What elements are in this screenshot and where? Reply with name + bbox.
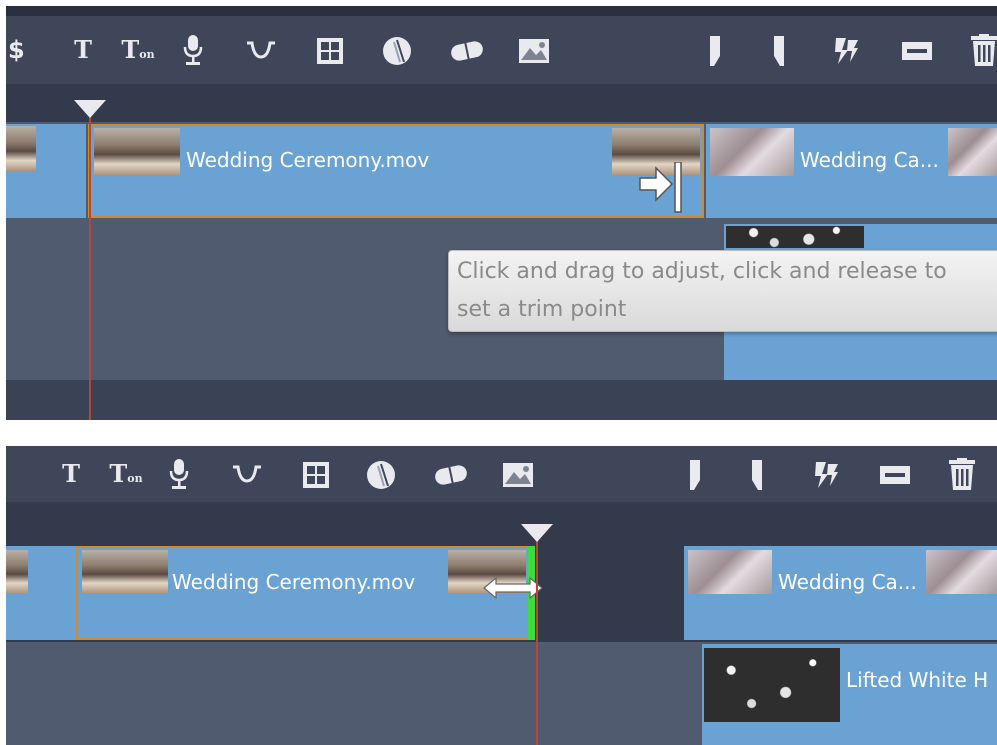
title-motion-sub: on bbox=[139, 48, 155, 61]
sparkle-clip-thumbnail bbox=[726, 226, 864, 248]
title-motion-glyph: T bbox=[109, 459, 128, 488]
playhead-handle-icon[interactable] bbox=[74, 100, 106, 118]
timeline-toolbar: T Ton bbox=[6, 446, 997, 502]
playhead-line[interactable] bbox=[89, 114, 91, 420]
lifted-white-clip[interactable]: Lifted White H bbox=[702, 644, 997, 745]
clip-label: Wedding Ceremony.mov bbox=[186, 148, 430, 172]
trash-icon[interactable] bbox=[970, 34, 997, 66]
playhead-line[interactable] bbox=[536, 534, 538, 745]
clip-label: Wedding Ca... bbox=[778, 570, 917, 594]
cake-clip-thumbnail bbox=[688, 550, 772, 594]
playhead-handle-icon[interactable] bbox=[521, 524, 553, 542]
timeline-ruler[interactable] bbox=[6, 84, 997, 122]
montage-grid-icon[interactable] bbox=[316, 37, 344, 65]
video-track-2: Lifted White H bbox=[6, 644, 997, 745]
previous-clip-thumbnail bbox=[6, 126, 36, 172]
mark-in-icon[interactable] bbox=[708, 36, 722, 66]
previous-clip[interactable] bbox=[6, 124, 86, 218]
previous-clip[interactable] bbox=[6, 546, 76, 640]
title-motion-glyph: T bbox=[121, 35, 140, 64]
wedding-cake-clip[interactable]: Wedding Ca... bbox=[684, 546, 997, 640]
clip-start-thumbnail bbox=[82, 550, 168, 594]
empty-track bbox=[6, 380, 997, 420]
sparkle-clip-thumbnail bbox=[704, 648, 840, 722]
title-icon[interactable]: T bbox=[58, 460, 84, 488]
clip-start-thumbnail bbox=[94, 128, 180, 176]
voiceover-microphone-icon[interactable] bbox=[168, 458, 192, 490]
trim-cursor-icon bbox=[482, 574, 544, 606]
trim-tooltip: Click and drag to adjust, click and rele… bbox=[448, 250, 997, 332]
wedding-ceremony-clip[interactable]: Wedding Ceremony.mov bbox=[88, 124, 704, 218]
wedding-ceremony-clip[interactable]: Wedding Ceremony.mov bbox=[76, 546, 530, 640]
magic-icon[interactable]: $ bbox=[8, 36, 25, 64]
transition-icon[interactable] bbox=[232, 464, 264, 484]
trim-cursor-icon bbox=[638, 161, 686, 222]
trash-icon[interactable] bbox=[948, 458, 978, 490]
cake-clip-end-thumbnail bbox=[948, 128, 997, 176]
wedding-cake-clip[interactable]: Wedding Ca... bbox=[706, 124, 997, 218]
timeline-toolbar: $ T Ton bbox=[6, 6, 997, 84]
clip-label: Lifted White H bbox=[846, 668, 989, 692]
mark-out-icon[interactable] bbox=[752, 460, 766, 490]
clip-label: Wedding Ceremony.mov bbox=[172, 570, 416, 594]
image-effect-icon[interactable] bbox=[502, 462, 534, 488]
video-track-1: Wedding Ceremony.mov Wedding Ca... bbox=[6, 122, 997, 222]
pill-link-icon[interactable] bbox=[434, 464, 468, 486]
video-track-1: Wedding Ceremony.mov Wedding Ca... bbox=[6, 544, 997, 642]
title-motion-icon[interactable]: Ton bbox=[108, 460, 144, 493]
transition-icon[interactable] bbox=[246, 40, 278, 60]
tooltip-line-1: Click and drag to adjust, click and rele… bbox=[457, 259, 947, 284]
title-motion-sub: on bbox=[127, 472, 143, 485]
cake-clip-thumbnail bbox=[710, 128, 794, 176]
razor-block-icon[interactable] bbox=[902, 42, 934, 60]
timeline-ruler[interactable] bbox=[6, 502, 997, 544]
mark-in-icon[interactable] bbox=[688, 460, 702, 490]
previous-clip-thumbnail bbox=[6, 550, 28, 594]
title-icon[interactable]: T bbox=[70, 36, 96, 64]
razor-block-icon[interactable] bbox=[880, 466, 912, 484]
split-clip-icon[interactable] bbox=[812, 460, 842, 490]
disc-menu-icon[interactable] bbox=[366, 460, 396, 490]
toolbar-top-strip bbox=[6, 6, 997, 16]
clip-label: Wedding Ca... bbox=[800, 148, 939, 172]
montage-grid-icon[interactable] bbox=[302, 461, 330, 489]
pill-link-icon[interactable] bbox=[450, 40, 484, 62]
voiceover-microphone-icon[interactable] bbox=[182, 34, 206, 66]
timeline-panel-after: T Ton Wedding Ceremony.mov Wedding Ca...… bbox=[6, 446, 997, 745]
disc-menu-icon[interactable] bbox=[382, 36, 412, 66]
timeline-panel-before: $ T Ton Wedding Ceremony.mov Wedding Ca.… bbox=[6, 6, 997, 420]
mark-out-icon[interactable] bbox=[774, 36, 788, 66]
cake-clip-end-thumbnail bbox=[926, 550, 997, 594]
tooltip-line-2: set a trim point bbox=[457, 297, 627, 322]
title-motion-icon[interactable]: Ton bbox=[120, 36, 156, 69]
image-effect-icon[interactable] bbox=[518, 38, 550, 64]
split-clip-icon[interactable] bbox=[832, 36, 862, 66]
